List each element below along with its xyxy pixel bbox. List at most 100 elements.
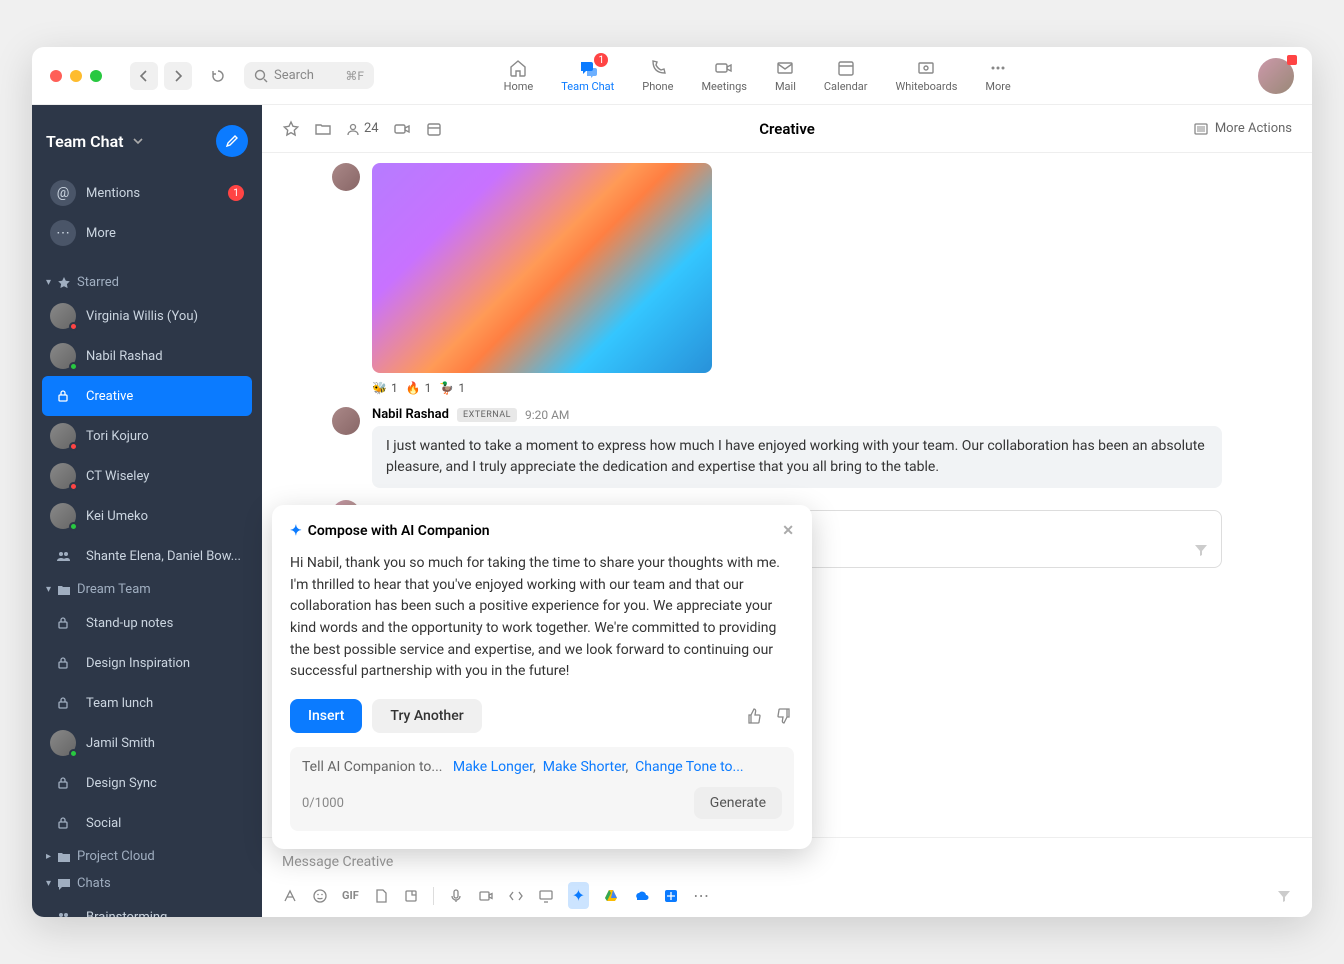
compose-button[interactable] <box>216 125 248 157</box>
reaction[interactable]: 🔥1 <box>406 381 432 395</box>
change-tone-link[interactable]: Change Tone to... <box>635 759 743 775</box>
generate-button[interactable]: Generate <box>694 787 782 819</box>
sidebar-item[interactable]: Virginia Willis (You) <box>42 296 252 336</box>
composer-placeholder[interactable]: Message Creative <box>282 846 1292 882</box>
sidebar-more[interactable]: ⋯ More <box>42 213 252 253</box>
sidebar-item[interactable]: Social <box>42 803 252 843</box>
screen-icon[interactable] <box>538 888 554 904</box>
send-filter-icon[interactable] <box>1193 542 1209 558</box>
make-longer-link[interactable]: Make Longer <box>453 759 533 775</box>
nav-more[interactable]: More <box>985 58 1010 93</box>
search-icon <box>254 69 268 83</box>
phone-icon <box>648 58 668 78</box>
sidebar-item-label: Design Sync <box>86 776 157 791</box>
file-icon[interactable] <box>373 888 389 904</box>
emoji-icon[interactable] <box>312 888 328 904</box>
folder-toggle[interactable] <box>314 120 332 138</box>
recording-indicator <box>1287 55 1297 65</box>
titlebar: Search ⌘F Home Team Chat 1 Phone Meeting… <box>32 47 1312 105</box>
reaction[interactable]: 🐝1 <box>372 381 398 395</box>
start-video[interactable] <box>393 120 411 138</box>
more-actions[interactable]: More Actions <box>1193 121 1292 137</box>
sidebar-item-label: Virginia Willis (You) <box>86 309 198 324</box>
send-filter-icon[interactable] <box>1276 888 1292 904</box>
nav-home[interactable]: Home <box>504 58 534 93</box>
author-avatar[interactable] <box>332 163 360 191</box>
lock-icon <box>50 770 76 796</box>
sidebar-item[interactable]: Kei Umeko <box>42 496 252 536</box>
sidebar-mentions[interactable]: @ Mentions 1 <box>42 173 252 213</box>
audio-icon[interactable] <box>448 888 464 904</box>
screenshot-icon[interactable] <box>403 888 419 904</box>
ai-compose-popup: ✦ Compose with AI Companion ✕ Hi Nabil, … <box>272 505 812 849</box>
close-icon[interactable]: ✕ <box>782 523 794 539</box>
box-icon[interactable] <box>663 888 679 904</box>
nav-meetings[interactable]: Meetings <box>701 58 746 93</box>
nav-whiteboards[interactable]: Whiteboards <box>896 58 958 93</box>
nav-team-chat[interactable]: Team Chat 1 <box>561 58 614 93</box>
calendar-view[interactable] <box>425 120 443 138</box>
more-tools-icon[interactable]: ⋯ <box>693 886 709 905</box>
sidebar-item[interactable]: Creative <box>42 376 252 416</box>
avatar <box>50 463 76 489</box>
sidebar-item[interactable]: Stand-up notes <box>42 603 252 643</box>
sidebar-item[interactable]: Team lunch <box>42 683 252 723</box>
search-placeholder: Search <box>274 68 314 83</box>
lock-icon <box>50 690 76 716</box>
ellipsis-icon: ⋯ <box>50 220 76 246</box>
list-icon <box>1193 121 1209 137</box>
insert-button[interactable]: Insert <box>290 699 362 733</box>
thumbs-down-icon[interactable] <box>776 707 794 725</box>
member-count[interactable]: 24 <box>346 121 379 136</box>
whiteboard-icon <box>916 58 936 78</box>
chevron-down-icon[interactable] <box>132 135 144 147</box>
sidebar-item[interactable]: Design Sync <box>42 763 252 803</box>
gif-button[interactable]: GIF <box>342 889 359 902</box>
section-starred[interactable]: ▾ Starred <box>42 269 252 296</box>
reactions: 🐝1 🔥1 🦆1 <box>372 381 1222 395</box>
sidebar-item-label: Nabil Rashad <box>86 349 163 364</box>
sidebar-item-label: Shante Elena, Daniel Bow... <box>86 549 241 564</box>
nav-calendar[interactable]: Calendar <box>824 58 868 93</box>
maximize-window[interactable] <box>90 70 102 82</box>
nav-forward[interactable] <box>164 62 192 90</box>
code-icon[interactable] <box>508 888 524 904</box>
ai-title: Compose with AI Companion <box>308 523 490 539</box>
image-attachment[interactable] <box>372 163 712 373</box>
sidebar-item-label: Creative <box>86 389 133 404</box>
nav-phone[interactable]: Phone <box>642 58 673 93</box>
sidebar-item[interactable]: Tori Kojuro <box>42 416 252 456</box>
format-icon[interactable] <box>282 888 298 904</box>
channel-title: Creative <box>759 120 815 138</box>
close-window[interactable] <box>50 70 62 82</box>
nav-back[interactable] <box>130 62 158 90</box>
onedrive-icon[interactable] <box>633 888 649 904</box>
star-toggle[interactable] <box>282 120 300 138</box>
video-clip-icon[interactable] <box>478 888 494 904</box>
sidebar-item[interactable]: Design Inspiration <box>42 643 252 683</box>
section-chats[interactable]: ▾ Chats <box>42 870 252 897</box>
section-dream-team[interactable]: ▾ Dream Team <box>42 576 252 603</box>
section-project-cloud[interactable]: ▸ Project Cloud <box>42 843 252 870</box>
thumbs-up-icon[interactable] <box>744 707 762 725</box>
nav-mail[interactable]: Mail <box>775 58 796 93</box>
sidebar-item[interactable]: Jamil Smith <box>42 723 252 763</box>
reaction[interactable]: 🦆1 <box>439 381 465 395</box>
try-another-button[interactable]: Try Another <box>372 699 481 733</box>
ai-compose-icon[interactable]: ✦ <box>568 882 589 909</box>
make-shorter-link[interactable]: Make Shorter <box>543 759 626 775</box>
user-avatar[interactable] <box>1258 58 1294 94</box>
search-input[interactable]: Search ⌘F <box>244 62 374 89</box>
sidebar-item[interactable]: Brainstorming <box>42 897 252 917</box>
avatar <box>50 423 76 449</box>
folder-icon <box>57 583 71 597</box>
sidebar-item[interactable]: CT Wiseley <box>42 456 252 496</box>
sidebar-item-label: Stand-up notes <box>86 616 173 631</box>
author-avatar[interactable] <box>332 407 360 435</box>
more-icon <box>988 58 1008 78</box>
minimize-window[interactable] <box>70 70 82 82</box>
history-button[interactable] <box>204 62 232 90</box>
sidebar-item[interactable]: Shante Elena, Daniel Bow... <box>42 536 252 576</box>
gdrive-icon[interactable] <box>603 888 619 904</box>
sidebar-item[interactable]: Nabil Rashad <box>42 336 252 376</box>
